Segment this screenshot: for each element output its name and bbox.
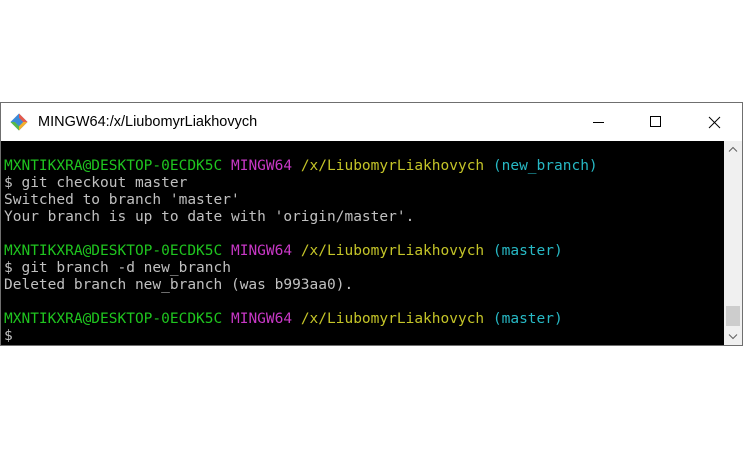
close-button[interactable]	[685, 103, 743, 141]
prompt-path: /x/LiubomyrLiakhovych	[300, 243, 485, 259]
minimize-icon	[593, 122, 604, 123]
prompt-user: MXNTIKXRA@DESKTOP-0ECDK5C	[4, 311, 223, 327]
window-title: MINGW64:/x/LiubomyrLiakhovych	[38, 114, 258, 130]
prompt-system: MINGW64	[230, 158, 293, 174]
prompt-branch: (master)	[492, 243, 563, 259]
minimize-button[interactable]	[569, 103, 627, 141]
chevron-up-icon	[728, 146, 738, 152]
close-icon	[708, 116, 721, 129]
output-line: Switched to branch 'master'	[4, 192, 240, 208]
output-line: Your branch is up to date with 'origin/m…	[4, 209, 415, 225]
scrollbar-thumb[interactable]	[726, 306, 740, 326]
prompt-path: /x/LiubomyrLiakhovych	[300, 311, 485, 327]
terminal-output[interactable]: MXNTIKXRA@DESKTOP-0ECDK5C MINGW64 /x/Liu…	[1, 141, 724, 345]
command-line: $ git branch -d new_branch	[4, 260, 231, 276]
prompt-branch: (master)	[492, 311, 563, 327]
scroll-down-button[interactable]	[724, 328, 742, 345]
title-bar[interactable]: MINGW64:/x/LiubomyrLiakhovych	[1, 103, 742, 141]
prompt-line: MXNTIKXRA@DESKTOP-0ECDK5C MINGW64 /x/Liu…	[1, 243, 724, 260]
prompt-user: MXNTIKXRA@DESKTOP-0ECDK5C	[4, 243, 223, 259]
prompt-system: MINGW64	[230, 243, 293, 259]
prompt-line: MXNTIKXRA@DESKTOP-0ECDK5C MINGW64 /x/Liu…	[1, 311, 724, 328]
terminal-window: MINGW64:/x/LiubomyrLiakhovych MXNTIKXRA@…	[0, 102, 743, 346]
prompt-branch: (new_branch)	[492, 158, 598, 174]
prompt-user: MXNTIKXRA@DESKTOP-0ECDK5C	[4, 158, 223, 174]
prompt-path: /x/LiubomyrLiakhovych	[300, 158, 485, 174]
maximize-icon	[650, 116, 661, 127]
maximize-button[interactable]	[627, 103, 685, 141]
chevron-down-icon	[728, 334, 738, 340]
scroll-up-button[interactable]	[724, 141, 742, 158]
output-line: Deleted branch new_branch (was b993aa0).	[4, 277, 354, 293]
git-icon	[10, 113, 28, 131]
prompt-line: MXNTIKXRA@DESKTOP-0ECDK5C MINGW64 /x/Liu…	[1, 158, 724, 175]
input-line[interactable]: $	[1, 328, 724, 345]
command-line: $ git checkout master	[4, 175, 188, 191]
prompt-system: MINGW64	[230, 311, 293, 327]
vertical-scrollbar[interactable]	[724, 141, 742, 345]
